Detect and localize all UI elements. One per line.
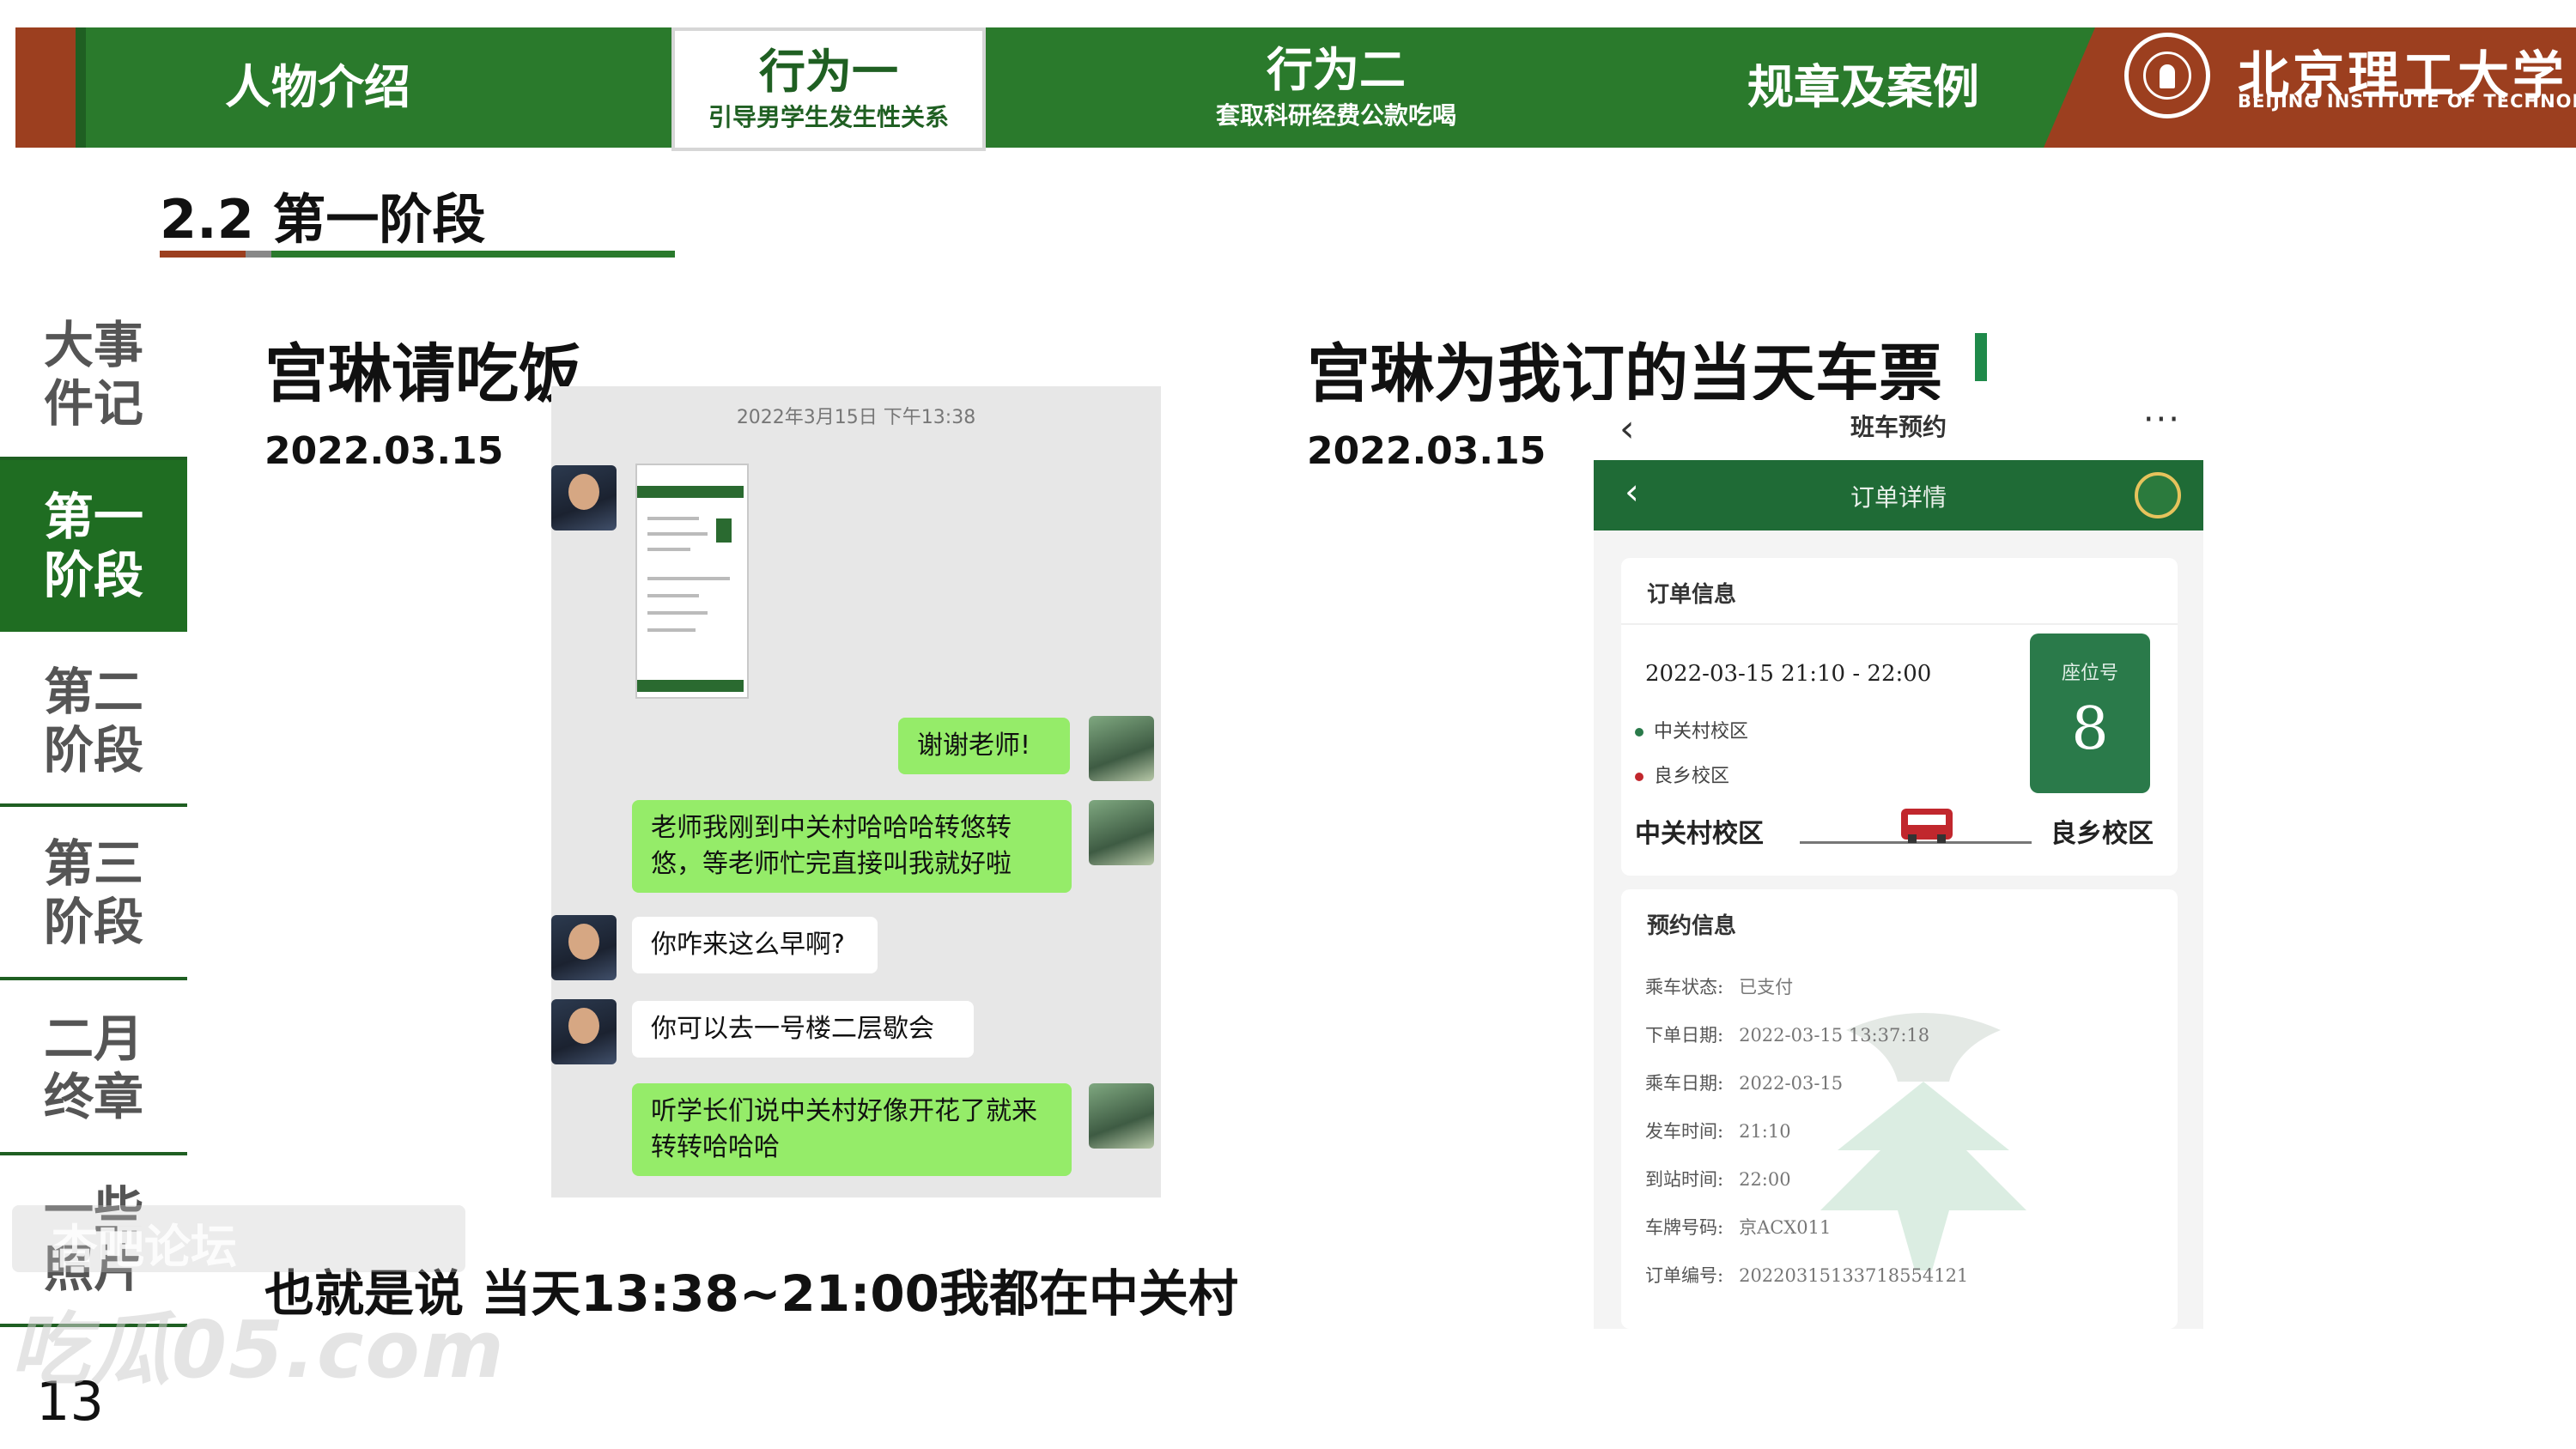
university-name-en: BEIJING INSTITUTE OF TECHNOLOGY: [2238, 91, 2576, 112]
shared-image-thumbnail[interactable]: [635, 464, 749, 699]
left-date: 2022.03.15: [264, 429, 504, 473]
tab-behavior-one[interactable]: 行为一 引导男学生发生性关系: [671, 27, 986, 151]
header-accent-stripe: [76, 27, 86, 148]
tab-title: 行为一: [759, 45, 898, 99]
order-header-title: 订单详情: [1850, 483, 1947, 512]
section-title: 2.2 第一阶段: [160, 188, 486, 251]
info-row: 订单编号: 20220315133718554121: [1645, 1265, 1969, 1286]
sidebar-item-timeline[interactable]: 大事件记: [0, 288, 187, 460]
order-header-bar: ‹ 订单详情: [1594, 460, 2203, 530]
watermark-text: 杏吧论坛: [52, 1220, 237, 1274]
tab-title: 人物介绍: [225, 60, 410, 114]
tab-subtitle: 套取科研经费公款吃喝: [1215, 101, 1456, 130]
seat-badge: 座位号 8: [2030, 634, 2150, 793]
tab-subtitle: 引导男学生发生性关系: [708, 103, 949, 131]
header-accent-block: [15, 27, 76, 148]
student-avatar: [1089, 800, 1154, 865]
chat-bubble-sent: 谢谢老师!: [898, 718, 1070, 774]
origin-stop-label: 中关村校区: [1654, 721, 1749, 743]
sidebar-item-label: 第二阶段: [43, 663, 143, 779]
destination-stop: 良乡校区: [1635, 761, 1729, 788]
decoration-mark: [1975, 333, 1987, 381]
tab-character-intro[interactable]: 人物介绍: [137, 27, 498, 148]
student-avatar: [1089, 716, 1154, 781]
booking-card-title: 预约信息: [1647, 913, 1737, 939]
sidebar-item-stage-one[interactable]: 第一阶段: [0, 460, 187, 632]
tab-title: 规章及案例: [1747, 60, 1979, 114]
chat-bubble-sent: 老师我刚到中关村哈哈哈转悠转悠，等老师忙完直接叫我就好啦: [632, 800, 1072, 893]
chat-bubble-received: 你可以去一号楼二层歇会: [632, 1001, 974, 1058]
school-badge-icon: [2135, 472, 2181, 518]
tab-behavior-two[interactable]: 行为二 套取科研经费公款吃喝: [1164, 27, 1508, 148]
origin-stop: 中关村校区: [1635, 716, 1748, 743]
tab-title: 行为二: [1267, 43, 1406, 97]
chat-bubble-received: 你咋来这么早啊?: [632, 917, 878, 973]
tab-rules-cases[interactable]: 规章及案例: [1683, 27, 2044, 148]
info-row: 乘车状态: 已支付: [1645, 977, 1794, 997]
chat-bubble-sent: 听学长们说中关村好像开花了就来转转哈哈哈: [632, 1083, 1072, 1176]
app-title: 班车预约: [1850, 413, 1947, 441]
order-card-title: 订单信息: [1647, 582, 1737, 608]
more-icon[interactable]: ···: [2143, 400, 2181, 440]
sidebar-item-february-finale[interactable]: 二月终章: [0, 982, 187, 1154]
info-row: 发车时间: 21:10: [1645, 1121, 1791, 1142]
route-from: 中关村校区: [1635, 819, 1764, 849]
section-underline: [160, 251, 675, 258]
chat-timestamp: 2022年3月15日 下午13:38: [736, 407, 976, 428]
info-row: 乘车日期: 2022-03-15: [1645, 1073, 1844, 1094]
info-row: 到站时间: 22:00: [1645, 1169, 1791, 1190]
destination-stop-label: 良乡校区: [1654, 766, 1730, 787]
route-to: 良乡校区: [2050, 819, 2154, 849]
right-date: 2022.03.15: [1307, 429, 1546, 473]
seat-number: 8: [2071, 695, 2109, 763]
university-seal-icon: [2124, 33, 2210, 118]
student-avatar: [1089, 1083, 1154, 1149]
sidebar-item-stage-two[interactable]: 第二阶段: [0, 635, 187, 807]
info-row: 下单日期: 2022-03-15 13:37:18: [1645, 1025, 1930, 1046]
watermark-site: 吃瓜05.com: [10, 1304, 506, 1396]
seat-label: 座位号: [2061, 663, 2118, 684]
teacher-avatar: [551, 915, 617, 980]
sidebar-item-label: 第一阶段: [43, 488, 143, 604]
teacher-avatar: [551, 465, 617, 530]
sidebar-item-stage-three[interactable]: 第三阶段: [0, 807, 187, 979]
app-top-bar: ‹ 班车预约 ···: [1594, 400, 2203, 453]
trip-time: 2022-03-15 21:10 - 22:00: [1645, 661, 1932, 687]
bus-icon: [1901, 809, 1953, 843]
info-row: 车牌号码: 京ACX011: [1645, 1217, 1832, 1238]
teacher-avatar: [551, 999, 617, 1064]
sidebar-item-label: 第三阶段: [43, 834, 143, 951]
sidebar-item-label: 二月终章: [43, 1009, 143, 1126]
left-heading: 宫琳请吃饭: [264, 337, 582, 411]
sidebar-item-label: 大事件记: [43, 316, 143, 433]
